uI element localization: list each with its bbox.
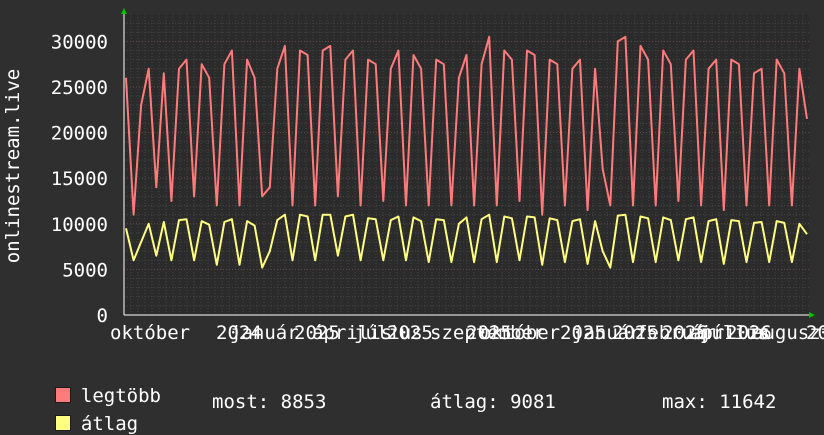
y-axis-label: onlinestream.live	[2, 69, 24, 263]
x-axis-arrow-icon	[809, 312, 815, 318]
y-axis-arrow-icon	[121, 8, 127, 14]
chart: 0 5000 10000 15000 20000 25000 30000 október 20…	[2, 8, 824, 344]
y-tick-label: 10000	[51, 214, 108, 236]
stat-atlag: átlag: 9081	[430, 391, 556, 413]
y-tick-label: 5000	[62, 259, 108, 281]
x-tick-label: október	[480, 322, 560, 344]
y-tick-label: 20000	[51, 123, 108, 145]
legend-label: átlag	[80, 413, 139, 435]
x-tick-label: 2025	[387, 322, 433, 344]
x-tick-label: január	[230, 322, 299, 344]
x-tick-label: október	[110, 322, 190, 344]
y-tick-label: 15000	[51, 168, 108, 190]
stat-max: max: 11642	[662, 391, 777, 413]
legend-item-atlag: átlag	[32, 391, 138, 435]
legend-swatch	[54, 415, 71, 431]
x-tick-labels: október 2024január2025áprilisjúlius2025sz…	[110, 322, 824, 344]
x-tick-label: 2026	[806, 322, 824, 344]
y-tick-labels: 0 5000 10000 15000 20000 25000 30000	[51, 31, 108, 327]
y-tick-label: 30000	[51, 31, 108, 53]
y-tick-label: 0	[97, 305, 108, 327]
stat-most: most: 8853	[212, 391, 327, 413]
y-tick-label: 25000	[51, 77, 108, 99]
